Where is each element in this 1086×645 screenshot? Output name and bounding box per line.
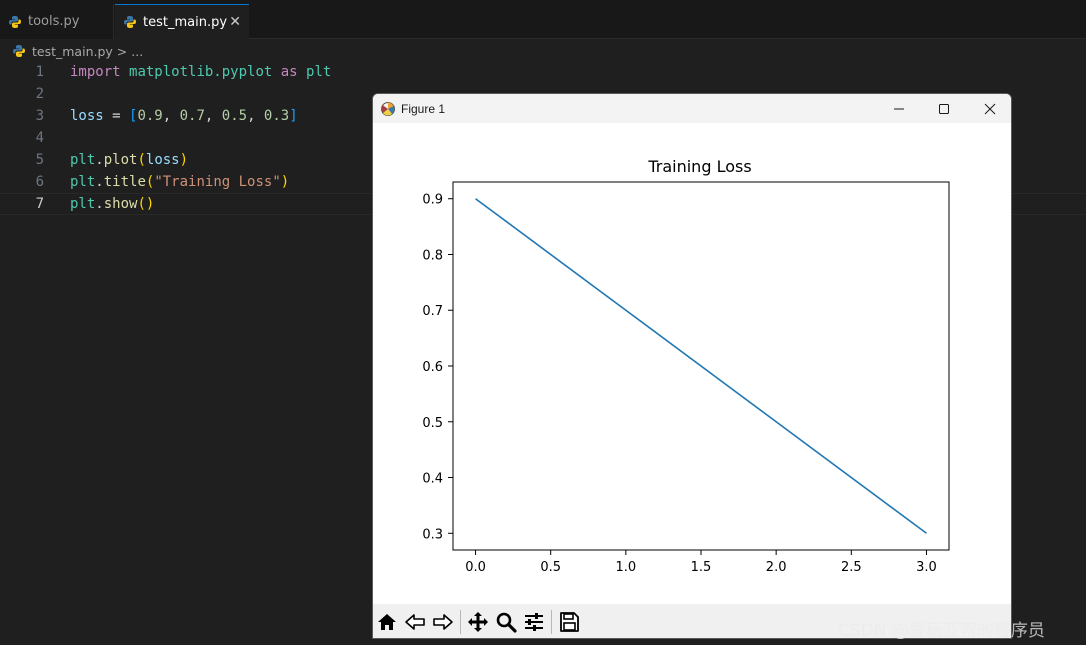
dot: . <box>95 174 104 190</box>
number: 0.9 <box>137 108 163 124</box>
function-name: title <box>103 174 146 190</box>
figure-title-bar[interactable]: Figure 1 <box>373 94 1011 123</box>
figure-title: Figure 1 <box>401 101 446 116</box>
x-tick-label: 1.5 <box>691 560 712 575</box>
maximize-icon <box>939 103 949 114</box>
chart-title: Training Loss <box>647 157 751 176</box>
x-axis: 0.0 0.5 1.0 1.5 2.0 2.5 3.0 <box>465 550 937 575</box>
bracket: ) <box>280 174 290 190</box>
line-number: 5 <box>35 152 44 168</box>
home-button[interactable] <box>373 607 401 637</box>
line-number: 2 <box>35 86 44 102</box>
pan-button[interactable] <box>464 607 492 637</box>
x-tick-label: 1.0 <box>616 560 637 575</box>
bracket: ( <box>137 152 146 168</box>
dot: . <box>95 196 104 212</box>
comma: , <box>247 108 264 124</box>
line-number: 1 <box>35 64 44 80</box>
function-name: plot <box>103 152 138 168</box>
close-window-button[interactable] <box>967 94 1011 123</box>
save-icon <box>560 612 579 632</box>
comma: , <box>162 108 180 124</box>
y-tick-label: 0.6 <box>422 360 443 375</box>
bracket: ) <box>179 152 189 168</box>
line-number: 6 <box>35 174 44 190</box>
back-icon <box>405 614 425 630</box>
forward-button[interactable] <box>429 607 457 637</box>
breadcrumb-more[interactable]: ... <box>131 44 143 59</box>
number: 0.3 <box>263 108 290 124</box>
chevron-right-icon: > <box>116 43 128 59</box>
function-name: show <box>103 196 138 212</box>
tab-test-main-py[interactable]: test_main.py ✕ <box>115 4 249 39</box>
configure-subplots-button[interactable] <box>520 607 548 637</box>
python-file-icon <box>123 15 137 29</box>
zoom-icon <box>496 612 517 633</box>
dot: . <box>95 152 104 168</box>
object-name: plt <box>70 174 96 190</box>
forward-icon <box>433 614 453 630</box>
line-chart: Training Loss 0.0 0.5 1.0 1.5 2.0 2.5 3.0 0.30… <box>422 157 950 575</box>
argument: loss <box>145 152 180 168</box>
home-icon <box>378 614 396 630</box>
maximize-button[interactable] <box>921 94 967 123</box>
back-button[interactable] <box>401 607 429 637</box>
minimize-button[interactable] <box>876 94 922 123</box>
save-button[interactable] <box>555 607 583 637</box>
configure-icon <box>525 613 543 631</box>
toolbar-separator <box>460 610 461 634</box>
zoom-button[interactable] <box>492 607 520 637</box>
y-tick-label: 0.8 <box>422 248 443 263</box>
bracket: ] <box>289 108 298 124</box>
plot-canvas[interactable]: Training Loss 0.0 0.5 1.0 1.5 2.0 2.5 3.0 0.3 0… <box>373 123 1011 604</box>
toolbar-separator <box>551 610 552 634</box>
number: 0.5 <box>221 108 248 124</box>
x-tick-label: 2.0 <box>766 560 787 575</box>
line-number: 4 <box>35 130 44 146</box>
variable: loss <box>70 108 104 124</box>
y-tick-label: 0.5 <box>422 416 443 431</box>
keyword: as <box>280 64 298 80</box>
y-tick-label: 0.9 <box>422 193 443 208</box>
x-tick-label: 0.5 <box>540 560 561 575</box>
breadcrumb-file[interactable]: test_main.py <box>32 44 113 59</box>
tab-label: tools.py <box>28 14 80 29</box>
x-tick-label: 0.0 <box>465 560 486 575</box>
code-line: 1 import matplotlib.pyplot as plt <box>0 61 1086 83</box>
close-icon <box>984 103 996 114</box>
matplotlib-logo-icon <box>380 101 396 117</box>
python-file-icon <box>8 15 22 29</box>
keyword: import <box>70 64 121 80</box>
pan-icon <box>468 612 488 632</box>
close-tab-icon[interactable]: ✕ <box>229 14 241 30</box>
y-tick-label: 0.4 <box>422 472 443 487</box>
module-name: matplotlib.pyplot <box>129 64 273 80</box>
minimize-icon <box>894 108 904 109</box>
bracket: ( <box>137 196 146 212</box>
x-tick-label: 2.5 <box>841 560 862 575</box>
x-tick-label: 3.0 <box>916 560 937 575</box>
object-name: plt <box>70 196 96 212</box>
number: 0.7 <box>179 108 205 124</box>
module-alias: plt <box>306 64 332 80</box>
operator: = <box>103 108 130 124</box>
string-literal: "Training Loss" <box>154 174 281 190</box>
object-name: plt <box>70 152 96 168</box>
tab-tools-py[interactable]: tools.py <box>0 4 114 39</box>
line-number: 3 <box>35 108 44 124</box>
watermark: CSDN @爱玩亚索的程序员 <box>838 621 1045 641</box>
line-number: 7 <box>35 196 44 212</box>
breadcrumb: test_main.py > ... <box>12 40 143 62</box>
comma: , <box>204 108 222 124</box>
y-tick-label: 0.3 <box>422 527 443 542</box>
python-file-icon <box>12 44 26 58</box>
tab-label: test_main.py <box>143 14 228 30</box>
figure-window[interactable]: Figure 1 Training Loss 0.0 0.5 1.0 1.5 2.0 2.… <box>372 93 1012 639</box>
y-tick-label: 0.7 <box>422 304 443 319</box>
editor-tab-bar: tools.py test_main.py ✕ <box>0 0 1086 39</box>
y-axis: 0.3 0.4 0.5 0.6 0.7 0.8 0.9 <box>422 193 453 542</box>
bracket: ) <box>145 196 155 212</box>
